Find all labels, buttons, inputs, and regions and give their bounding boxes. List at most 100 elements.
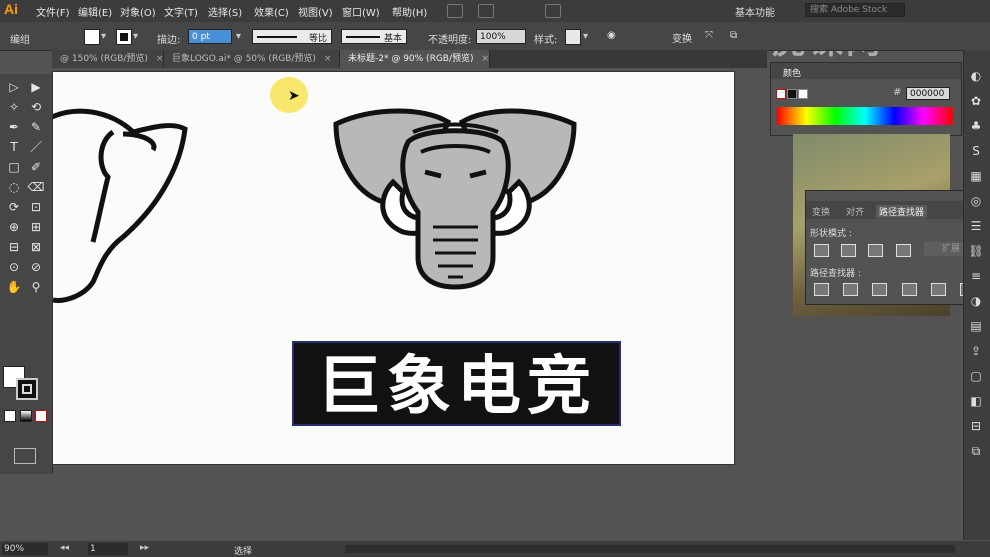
- merge-button[interactable]: [872, 283, 887, 296]
- width-tool-icon[interactable]: ⊕: [4, 218, 24, 236]
- none-swatch[interactable]: [776, 89, 786, 99]
- free-transform-tool-icon[interactable]: ⊞: [26, 218, 46, 236]
- menu-object[interactable]: 对象(O): [120, 4, 156, 19]
- prev-artboard-icon[interactable]: ◂◂: [60, 543, 69, 553]
- scale-tool-icon[interactable]: ⊡: [26, 198, 46, 216]
- artboard-number-input[interactable]: 1: [88, 543, 128, 555]
- black-swatch[interactable]: [787, 89, 797, 99]
- horizontal-scrollbar[interactable]: [345, 545, 955, 553]
- transform-button[interactable]: 变换: [672, 30, 692, 45]
- menu-effect[interactable]: 效果(C): [254, 4, 289, 19]
- mesh-tool-icon[interactable]: ⊙: [4, 258, 24, 276]
- brush-definition[interactable]: 基本: [341, 29, 407, 44]
- align-icon[interactable]: ⧉: [730, 30, 737, 41]
- artboards-icon[interactable]: ▢: [968, 368, 984, 384]
- color-spectrum[interactable]: [777, 107, 953, 125]
- menu-type[interactable]: 文字(T): [164, 4, 198, 19]
- eraser-tool-icon[interactable]: ⌫: [26, 178, 46, 196]
- color-guide-icon[interactable]: ◐: [968, 68, 984, 84]
- graphic-styles-icon[interactable]: S: [968, 143, 984, 159]
- stroke-weight-dropdown-icon[interactable]: [236, 31, 246, 41]
- stroke-dropdown-icon[interactable]: [133, 31, 143, 41]
- workspace-switcher[interactable]: 基本功能: [735, 4, 775, 19]
- appearance-icon[interactable]: ◎: [968, 193, 984, 209]
- tab-doc-3[interactable]: 未标题-2* @ 90% (RGB/预览) ×: [340, 50, 490, 68]
- intersect-button[interactable]: [868, 244, 883, 257]
- paintbrush-tool-icon[interactable]: ✐: [26, 158, 46, 176]
- transform-icon[interactable]: ⧉: [968, 443, 984, 459]
- lasso-tool-icon[interactable]: ⟲: [26, 98, 46, 116]
- tab-doc-2[interactable]: 巨象LOGO.ai* @ 50% (RGB/预览) ×: [164, 50, 340, 68]
- stroke-color-box[interactable]: [16, 378, 38, 400]
- links-icon[interactable]: ⛓: [968, 243, 984, 259]
- bridge-icon[interactable]: [447, 4, 463, 18]
- layers-icon[interactable]: ☰: [968, 218, 984, 234]
- hand-tool-icon[interactable]: ✋: [4, 278, 24, 296]
- stock-icon[interactable]: [478, 4, 494, 18]
- menu-view[interactable]: 视图(V): [298, 4, 333, 19]
- transparency-icon[interactable]: ◑: [968, 293, 984, 309]
- color-panel-tab[interactable]: 颜色: [783, 66, 801, 79]
- tab-doc-1[interactable]: @ 150% (RGB/预览) ×: [52, 50, 164, 68]
- fill-dropdown-icon[interactable]: [101, 31, 111, 41]
- stroke-icon[interactable]: ≡: [968, 268, 984, 284]
- shaper-tool-icon[interactable]: ◌: [4, 178, 24, 196]
- line-tool-icon[interactable]: ／: [26, 138, 46, 156]
- recolor-icon[interactable]: ◉: [607, 30, 616, 41]
- outline-button[interactable]: [931, 283, 946, 296]
- color-mode-icon[interactable]: [4, 410, 16, 422]
- unite-button[interactable]: [814, 244, 829, 257]
- menu-select[interactable]: 选择(S): [208, 4, 242, 19]
- screen-mode-icon[interactable]: [14, 448, 36, 464]
- hex-color-input[interactable]: 000000: [906, 87, 950, 100]
- gradient-mode-icon[interactable]: [20, 410, 32, 422]
- zoom-tool-icon[interactable]: ⚲: [26, 278, 46, 296]
- swatches-icon[interactable]: ▦: [968, 168, 984, 184]
- gradient-tool-icon[interactable]: ⊘: [26, 258, 46, 276]
- pathfinder-icon[interactable]: ◧: [968, 393, 984, 409]
- crop-button[interactable]: [902, 283, 917, 296]
- divide-button[interactable]: [814, 283, 829, 296]
- stroke-weight-input[interactable]: 0 pt: [188, 29, 232, 44]
- brushes-icon[interactable]: ✿: [968, 93, 984, 109]
- none-mode-icon[interactable]: [35, 410, 47, 422]
- symbols-icon[interactable]: ♣: [968, 118, 984, 134]
- pen-tool-icon[interactable]: ✒: [4, 118, 24, 136]
- tab-pathfinder[interactable]: 路径查找器: [876, 205, 928, 218]
- next-artboard-icon[interactable]: ▸▸: [140, 543, 149, 553]
- isolate-icon[interactable]: ⤧: [705, 30, 713, 41]
- menu-window[interactable]: 窗口(W): [342, 4, 380, 19]
- artboard[interactable]: 巨象电竞: [52, 71, 735, 465]
- variable-width-profile[interactable]: 等比: [252, 29, 332, 44]
- magic-wand-tool-icon[interactable]: ✧: [4, 98, 24, 116]
- elephant-logo: [333, 108, 577, 290]
- exclude-button[interactable]: [896, 244, 911, 257]
- style-dropdown-icon[interactable]: [583, 31, 593, 41]
- rectangle-tool-icon[interactable]: □: [4, 158, 24, 176]
- align-icon[interactable]: ⊟: [968, 418, 984, 434]
- gradient-icon[interactable]: ▤: [968, 318, 984, 334]
- menu-edit[interactable]: 编辑(E): [78, 4, 112, 19]
- asset-export-icon[interactable]: ⇪: [968, 343, 984, 359]
- tab-transform[interactable]: 变换: [812, 205, 830, 218]
- selection-tool-icon[interactable]: ▷: [4, 78, 24, 96]
- perspective-tool-icon[interactable]: ⊠: [26, 238, 46, 256]
- opacity-input[interactable]: 100%: [476, 29, 526, 44]
- menu-help[interactable]: 帮助(H): [392, 4, 427, 19]
- gpu-icon[interactable]: [545, 4, 561, 18]
- curvature-tool-icon[interactable]: ✎: [26, 118, 46, 136]
- fill-swatch[interactable]: [84, 29, 100, 45]
- type-tool-icon[interactable]: T: [4, 138, 24, 156]
- rotate-tool-icon[interactable]: ⟳: [4, 198, 24, 216]
- shape-builder-tool-icon[interactable]: ⊟: [4, 238, 24, 256]
- selection-type-label: 编组: [10, 35, 30, 46]
- minus-front-button[interactable]: [841, 244, 856, 257]
- zoom-level-input[interactable]: 90%: [2, 543, 48, 555]
- white-swatch[interactable]: [798, 89, 808, 99]
- stroke-swatch[interactable]: [116, 29, 132, 45]
- direct-selection-tool-icon[interactable]: ▶: [26, 78, 46, 96]
- tab-align[interactable]: 对齐: [846, 205, 864, 218]
- trim-button[interactable]: [843, 283, 858, 296]
- graphic-style-swatch[interactable]: [565, 29, 581, 45]
- menu-file[interactable]: 文件(F): [36, 4, 70, 19]
